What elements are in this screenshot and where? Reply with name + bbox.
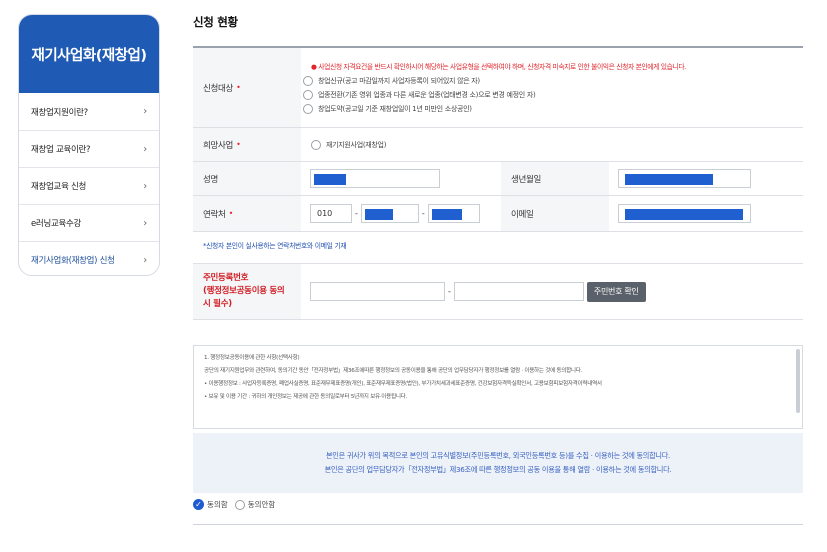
- terms-heading: 1. 행정정보공동이용에 관한 사항(선택사항): [204, 355, 300, 361]
- chevron-right-icon: ›: [143, 106, 147, 117]
- phone-label: 연락처: [203, 209, 226, 220]
- target-label: 신청대상: [203, 83, 234, 94]
- consent-line: 본인은 공단의 업무담당자가「전자정부법」제36조에 따른 행정정보의 공동 이…: [324, 465, 672, 474]
- redacted-mask: [431, 209, 462, 220]
- page-title: 신청 현황: [193, 15, 238, 29]
- row-name-birth: 성명 생년월일: [193, 162, 803, 196]
- sidebar-item-restart-support[interactable]: 재창업지원이란? ›: [19, 93, 159, 130]
- row-note: *신청자 본인이 실사용하는 연락처번호와 이메일 기재: [193, 232, 803, 264]
- contact-note: *신청자 본인이 실사용하는 연락처번호와 이메일 기재: [203, 242, 347, 250]
- chevron-right-icon: ›: [143, 217, 147, 229]
- application-form: 신청대상 • ● 사업신청 자격요건을 반드시 확인하시어 해당하는 사업유형을 …: [193, 46, 803, 320]
- scrollbar[interactable]: [796, 349, 800, 413]
- rrn-label: 주민등록번호: [203, 273, 249, 283]
- sidebar-menu: 재창업지원이란? › 재창업 교육이란? › 재창업교육 신청 › e러닝교육수…: [19, 93, 159, 275]
- divider: [193, 524, 803, 525]
- consent-box: 본인은 귀사가 위의 목적으로 본인의 고유식별정보(주민등록번호, 외국인등록…: [193, 433, 803, 493]
- email-field[interactable]: [618, 204, 751, 223]
- redacted-mask: [314, 174, 346, 185]
- target-option-conversion[interactable]: 업종전환(기존 영위 업종과 다른 새로운 업종(업태변경 소)으로 변경 예정…: [303, 90, 536, 100]
- sidebar-item-education-apply[interactable]: 재창업교육 신청 ›: [19, 167, 159, 204]
- agree-options: ✓ 동의함 동의안함: [193, 499, 275, 510]
- radio-button[interactable]: [311, 139, 321, 150]
- terms-box[interactable]: 1. 행정정보공동이용에 관한 사항(선택사항) 공단의 재기지원업무와 관련하…: [193, 345, 803, 429]
- radio-button[interactable]: [234, 499, 245, 510]
- name-label: 성명: [193, 162, 301, 195]
- sidebar-item-elearning[interactable]: e러닝교육수강 ›: [19, 204, 159, 241]
- birth-field[interactable]: [618, 169, 751, 188]
- business-option-restart[interactable]: 재기지원사업(재창업): [311, 139, 386, 150]
- name-field[interactable]: [310, 169, 440, 188]
- phone-last-field[interactable]: [427, 204, 480, 223]
- sidebar-item-restart-apply[interactable]: 재기사업화(재창업) 신청 ›: [19, 241, 159, 275]
- sidebar-item-restart-education[interactable]: 재창업 교육이란? ›: [19, 130, 159, 167]
- sidebar-title: 재기사업화(재창업): [19, 15, 159, 93]
- sidebar: 재기사업화(재창업) 재창업지원이란? › 재창업 교육이란? › 재창업교육 …: [18, 14, 160, 276]
- row-business: 희망사업 • 재기지원사업(재창업): [193, 128, 803, 162]
- sidebar-item-label: 재창업교육 신청: [31, 182, 87, 192]
- chevron-right-icon: ›: [143, 143, 147, 155]
- terms-line: • 이용행정정보 : 사업자등록증명, 폐업사실증명, 표준재무제표증명(개인)…: [204, 381, 602, 387]
- required-mark: •: [236, 140, 241, 149]
- sidebar-item-label: e러닝교육수강: [31, 219, 82, 229]
- redacted-mask: [625, 174, 713, 185]
- chevron-right-icon: ›: [143, 180, 147, 192]
- phone-prefix-field[interactable]: 010: [310, 204, 352, 223]
- sidebar-item-label: 재창업 교육이란?: [31, 145, 91, 155]
- business-label: 희망사업: [203, 140, 234, 151]
- target-option-leap[interactable]: 창업도약(공고일 기준 재창업일이 1년 미만인 소상공인): [303, 104, 472, 114]
- radio-button[interactable]: [303, 104, 313, 114]
- redacted-mask: [364, 209, 393, 220]
- terms-line: 공단의 재기지원업무와 관련하여, 동의기간 동안「전자정부법」제36조에따른 …: [204, 368, 583, 374]
- radio-button[interactable]: [303, 76, 313, 86]
- agree-yes-label[interactable]: 동의함: [207, 499, 228, 510]
- target-warning: ● 사업신청 자격요건을 반드시 확인하시어 해당하는 사업유형을 선택하여야 …: [311, 63, 686, 71]
- sidebar-item-label: 재창업지원이란?: [31, 107, 88, 118]
- phone-middle-field[interactable]: [360, 204, 419, 223]
- row-rrn: 주민등록번호 (행정정보공동이용 동의 시 필수) - 주민번호 확인: [193, 264, 803, 320]
- sidebar-item-label: 재기사업화(재창업) 신청: [31, 256, 115, 266]
- birth-label: 생년월일: [501, 162, 609, 195]
- row-phone-email: 연락처 • 010 - - 이메일: [193, 196, 803, 232]
- consent-line: 본인은 귀사가 위의 목적으로 본인의 고유식별정보(주민등록번호, 외국인등록…: [325, 451, 671, 460]
- required-mark: •: [236, 83, 241, 92]
- terms-line: • 보유 및 이용 기간 : 귀하의 개인정보는 제공에 관한 동의일로부터 5…: [204, 394, 408, 400]
- row-target: 신청대상 • ● 사업신청 자격요건을 반드시 확인하시어 해당하는 사업유형을 …: [193, 48, 803, 128]
- rrn-back-field[interactable]: [453, 282, 584, 301]
- email-label: 이메일: [501, 196, 609, 231]
- agree-no-label[interactable]: 동의안함: [248, 499, 276, 510]
- radio-button[interactable]: [303, 90, 313, 100]
- rrn-verify-button[interactable]: 주민번호 확인: [586, 281, 646, 302]
- chevron-right-icon: ›: [143, 254, 147, 266]
- redacted-mask: [625, 209, 743, 220]
- target-option-new[interactable]: 창업신규(공고 마감일까지 사업자등록이 되어있지 않은 자): [303, 76, 480, 86]
- check-icon[interactable]: ✓: [193, 499, 204, 510]
- rrn-front-field[interactable]: [310, 282, 445, 301]
- required-mark: •: [228, 209, 234, 218]
